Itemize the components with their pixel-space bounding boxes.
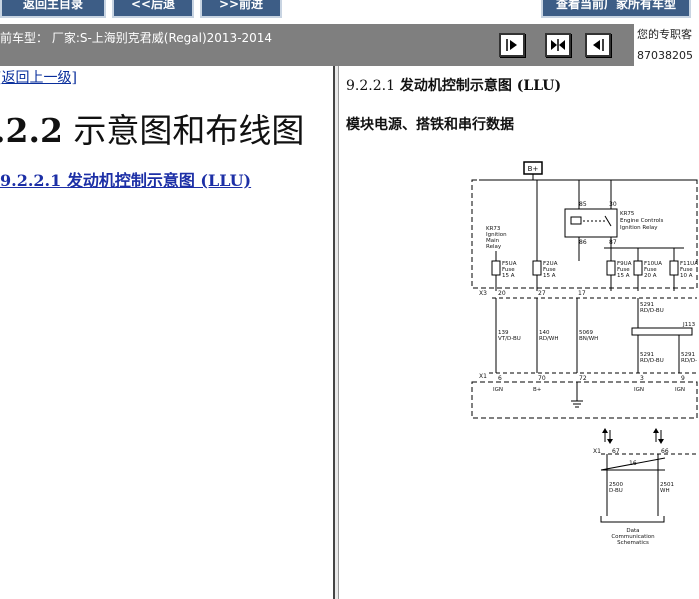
all-models-button[interactable]: 查看当前厂家所有车型 — [541, 0, 691, 18]
data-arrows-icon — [602, 428, 664, 444]
kr75-pin-86: 86 — [579, 239, 587, 246]
dcs-bracket — [600, 516, 665, 523]
x3-pin-20: 20 — [498, 290, 506, 297]
section-heading-text: 示意图和布线图 — [62, 111, 305, 150]
up-one-level-label: 返回上一级] — [1, 70, 77, 86]
x3-label: X3 — [479, 290, 487, 297]
right-pane: 9.2.2.1 发动机控制示意图 (LLU) 模块电源、搭铁和串行数据 B+ 8… — [339, 66, 699, 599]
wire-5291-top-color: RD/D-BU — [640, 308, 664, 314]
back-button[interactable]: <<后退 — [112, 0, 194, 18]
kr73-desc-3: Relay — [486, 244, 502, 250]
x3-pin-17: 17 — [578, 290, 586, 297]
x1-pin-9: 9 — [681, 375, 685, 382]
home-button[interactable]: 返回主目录 — [0, 0, 106, 18]
twisted-pair-label: 16 — [629, 460, 637, 467]
wire-2500-color: D-BU — [609, 488, 623, 494]
svg-text:20 A: 20 A — [644, 273, 657, 279]
svg-text:15 A: 15 A — [617, 273, 630, 279]
x1-ign-label-3: IGN — [675, 387, 685, 393]
fuse-f11ua: F11UA Fuse 10 A — [669, 248, 698, 291]
bplus-label: B+ — [528, 165, 539, 173]
x1-pin-70: 70 — [538, 375, 546, 382]
j113-label: J113 — [682, 322, 696, 328]
kr75-pin-87: 87 — [609, 239, 617, 246]
kr75-switch — [604, 215, 612, 227]
svg-text:15 A: 15 A — [543, 273, 556, 279]
fuse-f9ua: F9UA Fuse 15 A — [606, 248, 632, 291]
svg-text:10 A: 10 A — [680, 273, 693, 279]
wire-5069-color: BN/WH — [579, 336, 598, 342]
split-view-button[interactable] — [545, 33, 571, 57]
wire-140-color: RD/WH — [539, 336, 558, 342]
wire-2501-color: WH — [660, 488, 670, 494]
x1-pin-72: 72 — [579, 375, 587, 382]
collapse-right-button[interactable] — [585, 33, 611, 57]
fuse-f2ua: F2UA Fuse 15 A — [532, 180, 558, 291]
fuse-f5ua: F5UA Fuse 15 A — [491, 251, 517, 291]
forward-button[interactable]: >>前进 — [200, 0, 282, 18]
ecm-module-outline — [471, 381, 698, 419]
contact-phone: 87038205 — [637, 49, 693, 62]
top-navigation: 返回主目录 <<后退 >>前进 查看当前厂家所有车型 — [0, 0, 699, 24]
collapse-left-button[interactable] — [499, 33, 525, 57]
arrow-right-icon — [506, 39, 517, 51]
x1-label: X1 — [479, 373, 487, 380]
wire-5291-a-color: RD/D-BU — [640, 358, 664, 364]
kr75-desc-1: Engine Controls — [620, 218, 663, 224]
contact-line-1: 您的专职客 — [637, 28, 692, 41]
fuse-f10ua: F10UA Fuse 20 A — [633, 248, 662, 291]
vehicle-info-bar: 前车型： 厂家:S-上海别克君威(Regal)2013-2014 您的专职客 8… — [0, 24, 699, 66]
section-heading-number: .2.2 — [0, 111, 63, 150]
up-one-level-link[interactable]: [返回上一级] — [0, 67, 77, 87]
x3-pin-27: 27 — [538, 290, 546, 297]
x1-ign-label-1: IGN — [493, 387, 503, 393]
engine-schematic-link[interactable]: 9.2.2.1 发动机控制示意图 (LLU) — [0, 167, 251, 191]
kr75-coil — [570, 216, 582, 225]
kr75-name: KR75 — [620, 211, 635, 217]
j113-splice — [631, 327, 693, 336]
kr75-pin-30: 30 — [609, 201, 617, 208]
x1b-pin-67: 67 — [612, 448, 620, 455]
kr75-pin-85: 85 — [579, 201, 587, 208]
section-heading: .2.2 示意图和布线图 — [0, 104, 304, 152]
kr75-desc-2: Ignition Relay — [620, 225, 658, 231]
x1-pin-3: 3 — [640, 375, 644, 382]
wiring-diagram: B+ 85 30 KR75 Engine Controls Ignition R… — [471, 161, 698, 546]
x1b-label: X1 — [593, 448, 601, 455]
contact-box: 您的专职客 87038205 — [634, 24, 699, 66]
wire-139-color: VT/D-BU — [498, 336, 521, 342]
x1-ign-label-2: IGN — [634, 387, 644, 393]
vehicle-model-text: 前车型： 厂家:S-上海别克君威(Regal)2013-2014 — [0, 31, 273, 45]
x1b-pin-66: 66 — [661, 448, 669, 455]
arrow-left-icon — [593, 39, 604, 51]
svg-text:15 A: 15 A — [502, 273, 515, 279]
dcs-label-3: Schematics — [617, 540, 649, 546]
x1-bplus-label: B+ — [533, 387, 542, 393]
wire-5291-b-color: RD/D- — [681, 358, 697, 364]
left-pane: [返回上一级] .2.2 示意图和布线图 9.2.2.1 发动机控制示意图 (L… — [0, 66, 333, 599]
split-arrows-icon — [551, 39, 565, 51]
x1-pin-6: 6 — [498, 375, 502, 382]
ground-icon — [571, 400, 583, 408]
